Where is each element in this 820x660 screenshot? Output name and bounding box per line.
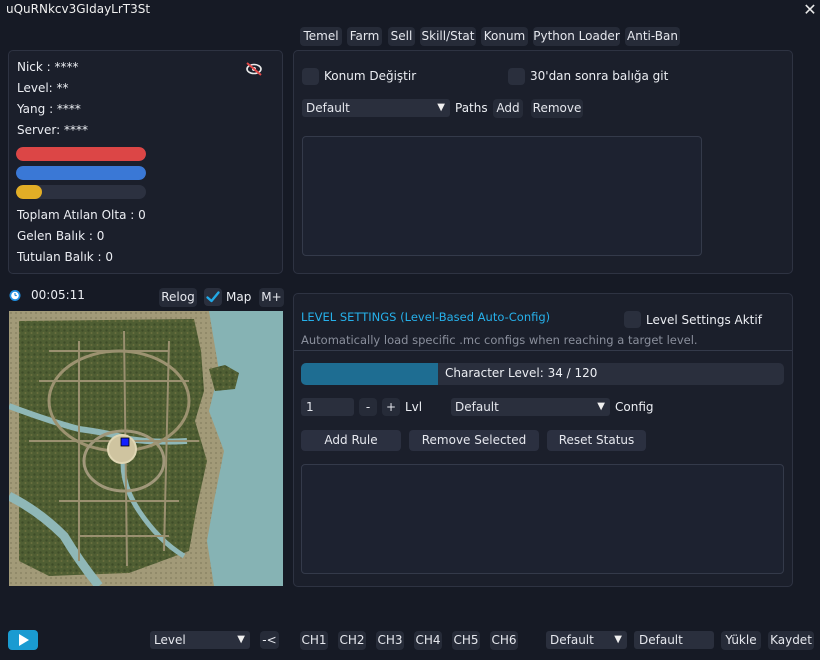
level-settings-description: Automatically load specific .mc configs … — [301, 333, 698, 347]
level-increment-button[interactable]: + — [382, 398, 400, 416]
level-settings-checkbox[interactable] — [624, 311, 641, 328]
checkmark-icon — [206, 291, 220, 303]
level-settings-panel: LEVEL SETTINGS (Level-Based Auto-Config)… — [293, 293, 793, 587]
player-marker — [120, 437, 130, 447]
map-checkbox[interactable] — [204, 288, 222, 306]
character-level-progress: Character Level: 34 / 120 — [301, 363, 784, 385]
mode-select-value: Level — [154, 633, 186, 647]
level-text: Level: ** — [17, 81, 69, 95]
profile-select-value: Default — [550, 633, 594, 647]
add-path-button[interactable]: Add — [493, 99, 523, 118]
save-button[interactable]: Kaydet — [768, 631, 814, 650]
tab-sell[interactable]: Sell — [388, 27, 415, 46]
add-rule-button[interactable]: Add Rule — [301, 430, 401, 451]
play-icon — [19, 634, 29, 646]
konum-degistir-label: Konum Değiştir — [324, 69, 417, 83]
after30-checkbox[interactable] — [508, 68, 525, 85]
config-label: Config — [615, 400, 654, 414]
level-rules-list[interactable] — [301, 464, 784, 574]
tab-anti-ban[interactable]: Anti-Ban — [625, 27, 680, 46]
hp-bar — [16, 147, 146, 161]
channel-4-button[interactable]: CH4 — [414, 631, 442, 650]
server-text: Server: **** — [17, 123, 88, 137]
channel-1-button[interactable]: CH1 — [300, 631, 328, 650]
back-button[interactable]: -< — [260, 631, 279, 649]
remove-selected-button[interactable]: Remove Selected — [409, 430, 539, 451]
remove-path-button[interactable]: Remove — [531, 99, 583, 118]
channel-2-button[interactable]: CH2 — [338, 631, 366, 650]
stats-panel: Nick : **** Level: ** Yang : **** Server… — [8, 50, 283, 274]
mp-bar — [16, 166, 146, 180]
load-button[interactable]: Yükle — [721, 631, 761, 650]
timer-text: 00:05:11 — [31, 288, 85, 302]
profile-select[interactable]: Default ▼ — [546, 631, 627, 649]
config-select-value: Default — [455, 400, 499, 414]
config-select[interactable]: Default ▼ — [451, 398, 610, 416]
channel-6-button[interactable]: CH6 — [490, 631, 518, 650]
exp-bar — [16, 185, 146, 199]
gelen-balik-text: Gelen Balık : 0 — [17, 229, 105, 243]
nick-text: Nick : **** — [17, 60, 79, 74]
channel-5-button[interactable]: CH5 — [452, 631, 480, 650]
tutulan-balik-text: Tutulan Balık : 0 — [17, 250, 114, 264]
tab-skill-stat[interactable]: Skill/Stat — [420, 27, 476, 46]
level-decrement-button[interactable]: - — [359, 398, 377, 416]
konum-panel: Konum Değiştir 30'dan sonra balığa git D… — [293, 50, 793, 274]
mode-select[interactable]: Level ▼ — [150, 631, 250, 649]
level-settings-label: Level Settings Aktif — [646, 313, 762, 327]
alarm-clock-icon — [8, 288, 22, 302]
character-level-text: Character Level: 34 / 120 — [445, 366, 598, 380]
yang-text: Yang : **** — [17, 102, 81, 116]
map-zoom-button[interactable]: M+ — [259, 288, 284, 307]
paths-label: Paths — [455, 101, 488, 115]
map-label: Map — [226, 290, 252, 304]
channel-3-button[interactable]: CH3 — [376, 631, 404, 650]
after30-label: 30'dan sonra balığa git — [530, 69, 669, 83]
dropdown-arrow-icon: ▼ — [597, 401, 605, 412]
dropdown-arrow-icon: ▼ — [437, 102, 445, 113]
konum-degistir-checkbox[interactable] — [302, 68, 319, 85]
minimap[interactable] — [9, 311, 283, 586]
hide-eye-icon[interactable] — [243, 60, 265, 78]
path-select-value: Default — [306, 101, 350, 115]
level-input[interactable]: 1 — [301, 398, 354, 416]
close-button[interactable]: ✕ — [802, 1, 818, 19]
divider — [294, 350, 792, 351]
toplam-olta-text: Toplam Atılan Olta : 0 — [17, 208, 146, 222]
tab-python-loader[interactable]: Python Loader — [533, 27, 620, 46]
window-title: uQuRNkcv3GIdayLrT3St — [6, 2, 151, 16]
dropdown-arrow-icon: ▼ — [237, 634, 245, 645]
start-button[interactable] — [8, 630, 38, 650]
relog-button[interactable]: Relog — [159, 288, 197, 307]
tab-konum[interactable]: Konum — [481, 27, 528, 46]
path-select[interactable]: Default ▼ — [302, 99, 450, 117]
profile-name-input[interactable]: Default — [634, 631, 714, 649]
lvl-label: Lvl — [405, 400, 423, 414]
tab-farm[interactable]: Farm — [347, 27, 382, 46]
tab-temel[interactable]: Temel — [300, 27, 342, 46]
paths-list[interactable] — [302, 136, 702, 256]
level-settings-title: LEVEL SETTINGS (Level-Based Auto-Config) — [301, 310, 551, 324]
dropdown-arrow-icon: ▼ — [614, 634, 622, 645]
reset-status-button[interactable]: Reset Status — [547, 430, 646, 451]
